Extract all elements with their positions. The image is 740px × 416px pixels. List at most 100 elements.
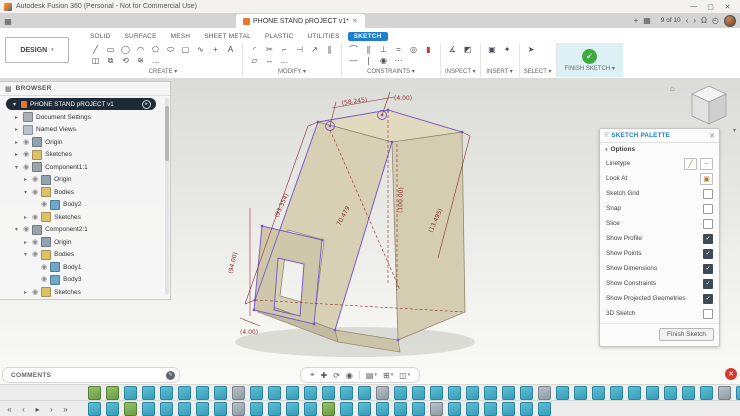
caret-icon[interactable]: ▸ [13, 114, 20, 121]
timeline-sketch-icon[interactable] [142, 402, 155, 416]
new-tab-icon[interactable]: + [634, 16, 639, 25]
change-parameters-icon[interactable]: ↔ [262, 55, 277, 66]
visibility-eye-icon[interactable]: ◉ [32, 239, 38, 246]
timeline-sketch-icon[interactable] [376, 402, 389, 416]
data-panel-toggle-icon[interactable]: ▦ [0, 15, 16, 28]
timeline-sketch-icon[interactable] [196, 386, 209, 400]
scrollbar-thumb[interactable] [165, 106, 169, 161]
insert-decal-icon[interactable]: ✦ [500, 44, 515, 55]
timeline-sketch-icon[interactable] [520, 386, 533, 400]
timeline-sketch-icon[interactable] [466, 386, 479, 400]
visibility-eye-icon[interactable]: ◉ [41, 201, 47, 208]
show-projected-geometries-checkbox[interactable]: ✓ [703, 293, 713, 304]
timeline-feature-icon[interactable] [718, 386, 731, 400]
finish-sketch-button[interactable]: Finish Sketch [658, 328, 714, 341]
timeline-sketch-icon[interactable] [736, 386, 740, 400]
timeline-sketch-icon[interactable] [322, 386, 335, 400]
comment-add-icon[interactable]: ✎ [166, 370, 175, 380]
job-status-icon[interactable]: ◴ [712, 16, 719, 25]
timeline-sketch-icon[interactable] [700, 386, 713, 400]
offset-icon[interactable]: ≋ [133, 55, 148, 66]
3d-sketch-checkbox[interactable] [703, 308, 713, 319]
sketch-grid-checkbox[interactable] [703, 188, 713, 199]
play-button[interactable]: ▸ [32, 405, 43, 414]
timeline-sketch-icon[interactable] [88, 402, 101, 416]
tree-item-bodies[interactable]: ▾ ◉ Bodies [0, 249, 170, 262]
timeline-sketch-icon[interactable] [502, 402, 515, 416]
timeline-sketch-icon[interactable] [178, 402, 191, 416]
caret-icon[interactable]: ▸ [22, 239, 29, 246]
caret-icon[interactable]: ▾ [13, 226, 20, 233]
timeline-sketch-icon[interactable] [502, 386, 515, 400]
timeline-sketch-icon[interactable] [538, 402, 551, 416]
visibility-eye-icon[interactable]: ◉ [23, 151, 29, 158]
timeline-sketch-icon[interactable] [214, 402, 227, 416]
timeline-sketch-icon[interactable] [394, 402, 407, 416]
pan-icon[interactable]: ✚ [321, 371, 328, 380]
offset-curve-icon[interactable]: ∥ [322, 44, 337, 55]
timeline-feature-icon[interactable] [430, 402, 443, 416]
tree-item-body2[interactable]: ◉ Body2 [0, 199, 170, 212]
finish-sketch-check-icon[interactable]: ✓ [582, 49, 598, 64]
tab-prev-icon[interactable]: ‹ [686, 16, 689, 25]
timeline-sketch-icon[interactable] [646, 386, 659, 400]
constraints-label[interactable]: CONSTRAINTS ▾ [346, 67, 436, 77]
perpendicular-constraint-icon[interactable]: ⊥ [376, 44, 391, 55]
visibility-eye-icon[interactable]: ◉ [23, 164, 29, 171]
notification-close-icon[interactable]: ✕ [725, 368, 737, 380]
dimension-label[interactable]: (4.00) [394, 95, 412, 102]
tree-item-named-views[interactable]: ▸ Named Views [0, 124, 170, 137]
timeline-sketch-icon[interactable] [520, 402, 533, 416]
move-copy-icon[interactable]: ▱ [247, 55, 262, 66]
tree-item-origin[interactable]: ▸ ◉ Origin [0, 236, 170, 249]
snap-checkbox[interactable] [703, 203, 713, 214]
spline-icon[interactable]: ∿ [193, 44, 208, 55]
timeline-sketch-icon[interactable] [250, 402, 263, 416]
timeline-feature-icon[interactable] [538, 386, 551, 400]
normal-linetype-icon[interactable]: ╱ [684, 157, 697, 170]
timeline-sketch-icon[interactable] [268, 386, 281, 400]
ribbon-tab-utilities[interactable]: UTILITIES [301, 32, 345, 41]
timeline-sketch-icon[interactable] [358, 386, 371, 400]
timeline-sketch-icon[interactable] [196, 402, 209, 416]
parallel-constraint-icon[interactable]: ∥ [361, 44, 376, 55]
insert-label[interactable]: INSERT ▾ [485, 67, 515, 77]
tree-item-sketches[interactable]: ▸ ◉ Sketches [0, 149, 170, 162]
visibility-eye-icon[interactable]: ◉ [32, 176, 38, 183]
timeline-sketch-icon[interactable] [448, 386, 461, 400]
timeline-sketch-icon[interactable] [412, 386, 425, 400]
tree-item-bodies[interactable]: ▾ ◉ Bodies [0, 186, 170, 199]
point-icon[interactable]: + [208, 44, 223, 55]
tree-item-component1-1[interactable]: ▾ ◉ Component1:1 [0, 161, 170, 174]
visibility-eye-icon[interactable]: ◉ [23, 226, 29, 233]
file-tabs-icon[interactable]: ▦ [643, 16, 651, 25]
dimension-label[interactable]: (94.00) [227, 252, 239, 275]
circular-pattern-icon[interactable]: ⟲ [118, 55, 133, 66]
dimension-label[interactable]: (4.00) [240, 329, 258, 336]
coincident-constraint-icon[interactable]: ◉ [376, 55, 391, 66]
fit-icon[interactable]: ⌖ [310, 370, 315, 380]
visibility-eye-icon[interactable]: ◉ [32, 214, 38, 221]
timeline-sketch-icon[interactable] [340, 386, 353, 400]
grid-and-snaps-icon[interactable]: ⊞ ▾ [383, 371, 393, 380]
ellipse-icon[interactable]: ⬭ [163, 44, 178, 55]
select-icon[interactable]: ➤ [524, 44, 539, 55]
display-settings-icon[interactable]: ▤ ▾ [366, 371, 377, 380]
timeline-sketch-icon[interactable] [106, 402, 119, 416]
maximize-button[interactable]: ▢ [702, 3, 719, 11]
timeline-sketch-icon[interactable] [682, 386, 695, 400]
concentric-constraint-icon[interactable]: ◎ [406, 44, 421, 55]
timeline-sketch-icon[interactable] [610, 386, 623, 400]
caret-icon[interactable]: ▸ [13, 126, 20, 133]
timeline-feature-icon[interactable] [232, 386, 245, 400]
tab-next-icon[interactable]: › [693, 16, 696, 25]
ribbon-tab-surface[interactable]: SURFACE [119, 32, 163, 41]
tree-item-origin[interactable]: ▸ ◉ Origin [0, 174, 170, 187]
orbit-icon[interactable]: ⟳ [333, 371, 340, 380]
timeline-component-icon[interactable] [88, 386, 101, 400]
horizontal-constraint-icon[interactable]: ― [346, 55, 361, 66]
caret-icon[interactable]: ▾ [13, 164, 20, 171]
timeline-sketch-icon[interactable] [142, 386, 155, 400]
timeline-sketch-icon[interactable] [160, 386, 173, 400]
modify-label[interactable]: MODIFY ▾ [247, 67, 337, 77]
